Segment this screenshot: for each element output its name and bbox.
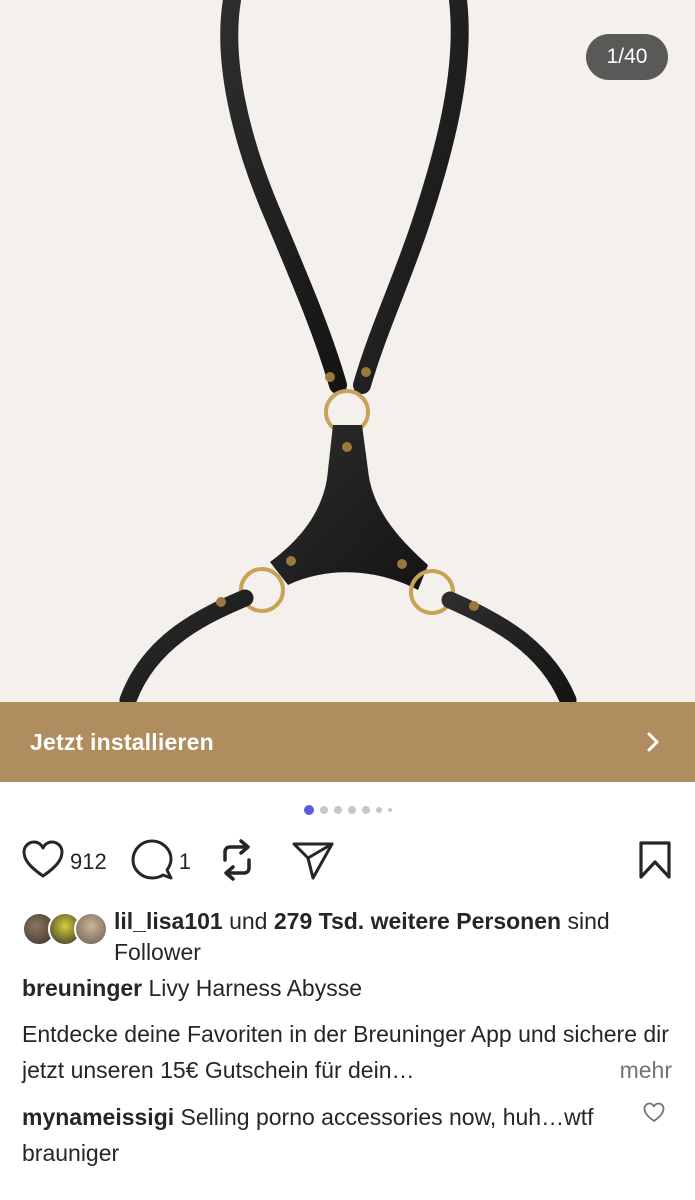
followers-connector: und	[222, 908, 274, 934]
send-icon	[291, 839, 335, 886]
install-cta-button[interactable]: Jetzt installieren	[0, 702, 695, 782]
comment-like-button[interactable]	[643, 1102, 665, 1124]
bookmark-icon	[638, 840, 672, 885]
repost-button[interactable]	[217, 838, 257, 887]
comment-icon	[131, 839, 173, 886]
caption-text: Livy Harness Abysse	[142, 975, 363, 1001]
carousel-dot	[333, 806, 342, 814]
post-caption-title: breuninger Livy Harness Abysse	[22, 973, 672, 1004]
carousel-dot	[387, 808, 392, 812]
carousel-dot	[303, 805, 314, 815]
save-button[interactable]	[638, 840, 672, 885]
avatar	[74, 912, 108, 946]
post-image[interactable]: 1/40	[0, 0, 695, 702]
chevron-right-icon	[641, 730, 665, 754]
carousel-dot	[361, 806, 370, 814]
carousel-dot	[319, 806, 328, 814]
followers-count[interactable]: 279 Tsd. weitere Personen	[274, 908, 561, 934]
heart-icon	[643, 1102, 665, 1122]
comment-count: 1	[178, 849, 191, 874]
carousel-dot	[375, 807, 382, 813]
follower-username[interactable]: lil_lisa101	[114, 908, 223, 934]
more-link[interactable]: mehr	[620, 1052, 672, 1088]
share-button[interactable]	[291, 839, 335, 886]
caption-username[interactable]: breuninger	[22, 975, 142, 1001]
harness-product-image	[119, 0, 577, 702]
comment-item: mynameissigi Selling porno accessories n…	[22, 1099, 622, 1171]
carousel-dot	[347, 806, 356, 814]
image-counter-badge: 1/40	[586, 34, 668, 80]
followed-by-line[interactable]: lil_lisa101 und 279 Tsd. weitere Persone…	[22, 906, 672, 968]
description-text: Entdecke deine Favoriten in der Breuning…	[22, 1021, 669, 1083]
like-button[interactable]: 912	[22, 840, 107, 885]
comment-username[interactable]: mynameissigi	[22, 1104, 174, 1130]
follower-avatars	[22, 912, 108, 948]
post-actions-row: 912 1	[22, 838, 672, 886]
heart-icon	[22, 840, 64, 885]
repost-icon	[217, 838, 257, 887]
cta-label: Jetzt installieren	[30, 728, 214, 755]
like-count: 912	[70, 849, 107, 874]
carousel-indicator	[0, 805, 695, 815]
comment-button[interactable]: 1	[131, 839, 191, 886]
post-description: Entdecke deine Favoriten in der Breuning…	[22, 1016, 672, 1088]
